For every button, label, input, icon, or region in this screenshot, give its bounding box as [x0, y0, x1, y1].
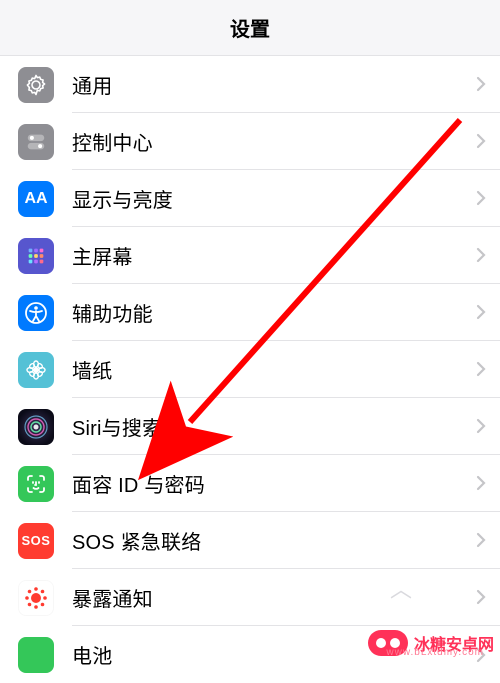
chevron-right-icon — [476, 418, 486, 434]
chevron-right-icon — [476, 475, 486, 491]
flower-icon — [18, 352, 54, 388]
chevron-right-icon — [476, 190, 486, 206]
chevron-right-icon — [476, 76, 486, 92]
row-display[interactable]: AA 显示与亮度 — [0, 170, 500, 227]
chevron-right-icon — [476, 589, 486, 605]
row-sos[interactable]: SOS SOS 紧急联络 — [0, 512, 500, 569]
row-exposure[interactable]: 暴露通知 — [0, 569, 500, 626]
row-home-screen[interactable]: 主屏幕 — [0, 227, 500, 284]
accessibility-icon — [18, 295, 54, 331]
watermark-url: www.bLxtdmy.com — [386, 647, 484, 658]
battery-icon — [18, 637, 54, 673]
faceid-icon — [18, 466, 54, 502]
header: 设置 — [0, 0, 500, 56]
scroll-hint-icon: ︿ — [390, 572, 412, 604]
toggles-icon — [18, 124, 54, 160]
sos-icon: SOS — [18, 523, 54, 559]
chevron-right-icon — [476, 247, 486, 263]
row-label: 控制中心 — [72, 127, 476, 156]
chevron-right-icon — [476, 133, 486, 149]
row-label: 墙纸 — [72, 355, 476, 384]
row-general[interactable]: 通用 — [0, 56, 500, 113]
row-faceid[interactable]: 面容 ID 与密码 — [0, 455, 500, 512]
row-label: 显示与亮度 — [72, 184, 476, 213]
row-wallpaper[interactable]: 墙纸 — [0, 341, 500, 398]
row-label: 辅助功能 — [72, 298, 476, 327]
aa-icon: AA — [18, 181, 54, 217]
row-control-center[interactable]: 控制中心 — [0, 113, 500, 170]
row-accessibility[interactable]: 辅助功能 — [0, 284, 500, 341]
settings-list: 通用 控制中心 AA 显示与亮度 主屏幕 — [0, 56, 500, 683]
watermark: 冰糖安卓网 www.bLxtdmy.com — [368, 630, 494, 656]
row-label: 通用 — [72, 70, 476, 99]
row-siri[interactable]: Siri与搜索 — [0, 398, 500, 455]
row-label: Siri与搜索 — [72, 412, 476, 441]
gear-icon — [18, 67, 54, 103]
siri-icon — [18, 409, 54, 445]
chevron-right-icon — [476, 304, 486, 320]
row-label: 面容 ID 与密码 — [72, 469, 476, 498]
row-label: 暴露通知 — [72, 583, 476, 612]
chevron-right-icon — [476, 532, 486, 548]
chevron-right-icon — [476, 361, 486, 377]
grid-icon — [18, 238, 54, 274]
row-label: 主屏幕 — [72, 241, 476, 270]
exposure-icon — [18, 580, 54, 616]
row-label: SOS 紧急联络 — [72, 526, 476, 555]
page-title: 设置 — [230, 13, 270, 42]
